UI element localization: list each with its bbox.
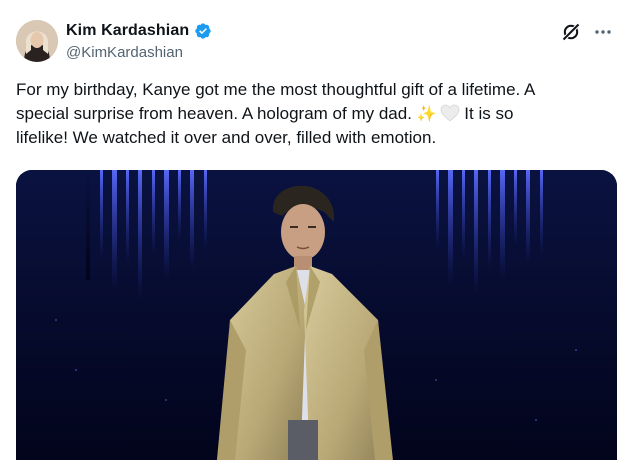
header-actions — [561, 22, 613, 42]
author-display-name[interactable]: Kim Kardashian — [66, 22, 189, 40]
hologram-video-still — [16, 170, 617, 460]
white-heart-emoji-icon — [437, 104, 460, 123]
more-options-icon[interactable] — [593, 22, 613, 42]
tweet-text-line2-b: It is so — [459, 104, 514, 123]
tweet-text-line3: lifelike! We watched it over and over, f… — [16, 128, 437, 147]
author-handle[interactable]: @KimKardashian — [66, 44, 212, 61]
tweet-text-line1: For my birthday, Kanye got me the most t… — [16, 80, 536, 99]
tweet-media-video[interactable] — [16, 170, 617, 460]
tweet-card: Kim Kardashian @KimKardashian For my bir… — [0, 0, 629, 460]
avatar-image — [16, 20, 58, 62]
author-info: Kim Kardashian @KimKardashian — [66, 20, 212, 61]
tweet-header: Kim Kardashian @KimKardashian — [16, 18, 613, 66]
tweet-text-line2-a: special surprise from heaven. A hologram… — [16, 104, 417, 123]
avatar[interactable] — [16, 20, 58, 62]
verified-badge-icon — [194, 22, 212, 40]
tweet-text: For my birthday, Kanye got me the most t… — [16, 78, 616, 150]
author-name-row: Kim Kardashian — [66, 20, 212, 42]
grok-icon[interactable] — [561, 22, 581, 42]
sparkles-emoji-icon: ✨ — [416, 104, 437, 123]
